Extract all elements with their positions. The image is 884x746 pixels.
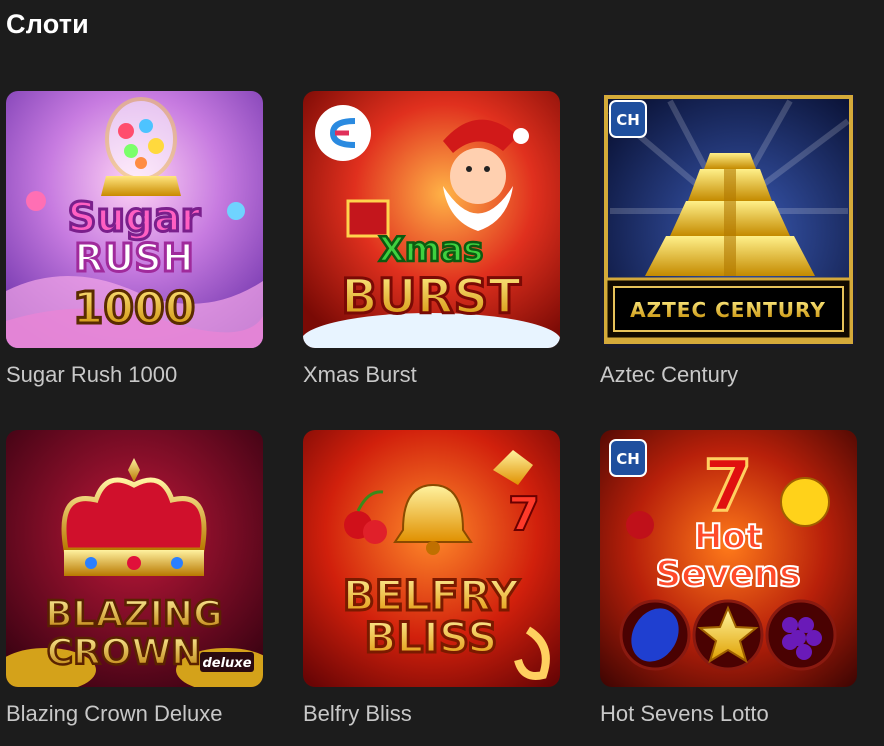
game-card-hot-sevens-lotto[interactable]: 7 Hot Sevens CH Hot Sevens Lotto <box>600 430 857 727</box>
game-title[interactable]: Sugar Rush 1000 <box>6 362 263 388</box>
game-card-aztec-century[interactable]: AZTEC CENTURY CH Aztec Century <box>600 91 857 388</box>
game-title[interactable]: Xmas Burst <box>303 362 560 388</box>
game-title[interactable]: Aztec Century <box>600 362 857 388</box>
santa-face <box>450 148 506 204</box>
logo-line-2: BLISS <box>364 613 497 662</box>
svg-text:7: 7 <box>508 487 540 541</box>
game-title[interactable]: Blazing Crown Deluxe <box>6 701 263 727</box>
logo-line-2: BURST <box>341 269 521 325</box>
game-thumbnail[interactable]: 7 Hot Sevens CH <box>600 430 857 687</box>
logo-line-1: 7 <box>704 445 753 527</box>
logo-line-2: CROWN <box>47 632 202 673</box>
logo-line-1: BLAZING <box>45 594 222 635</box>
logo-line-1: Xmas <box>379 230 484 270</box>
logo-line-3: Sevens <box>655 554 800 595</box>
logo-line-2: Hot <box>694 517 762 557</box>
game-card-blazing-crown-deluxe[interactable]: BLAZING CROWN deluxe Blazing Crown Delux… <box>6 430 263 727</box>
game-thumbnail[interactable]: Xmas BURST <box>303 91 560 348</box>
belfry-bliss-artwork: 7 BELFRY BLISS <box>303 430 560 687</box>
game-thumbnail[interactable]: Sugar RUSH 1000 <box>6 91 263 348</box>
game-thumbnail[interactable]: 7 BELFRY BLISS <box>303 430 560 687</box>
xmas-burst-artwork: Xmas BURST <box>303 91 560 348</box>
game-title[interactable]: Hot Sevens Lotto <box>600 701 857 727</box>
blazing-crown-artwork: BLAZING CROWN deluxe <box>6 430 263 687</box>
provider-badge-label: CH <box>616 111 640 129</box>
sugar-rush-artwork: Sugar RUSH 1000 <box>6 91 263 348</box>
game-card-sugar-rush-1000[interactable]: Sugar RUSH 1000 Sugar Rush 1000 <box>6 91 263 388</box>
provider-badge-label: CH <box>616 450 640 468</box>
game-thumbnail[interactable]: BLAZING CROWN deluxe <box>6 430 263 687</box>
game-thumbnail[interactable]: AZTEC CENTURY CH <box>600 91 857 348</box>
logo-line-3: deluxe <box>202 656 251 671</box>
lemon-icon <box>780 477 830 527</box>
game-card-belfry-bliss[interactable]: 7 BELFRY BLISS Belfry Bliss <box>303 430 560 727</box>
section-title: Слоти <box>6 9 89 39</box>
logo-line-1: AZTEC CENTURY <box>630 298 826 322</box>
aztec-century-artwork: AZTEC CENTURY CH <box>600 91 857 348</box>
game-title[interactable]: Belfry Bliss <box>303 701 560 727</box>
logo-line-1: Sugar <box>68 195 201 241</box>
game-card-xmas-burst[interactable]: Xmas BURST Xmas Burst <box>303 91 560 388</box>
hot-sevens-artwork: 7 Hot Sevens CH <box>600 430 857 687</box>
logo-line-2: RUSH <box>74 236 193 280</box>
logo-line-3: 1000 <box>73 283 195 334</box>
